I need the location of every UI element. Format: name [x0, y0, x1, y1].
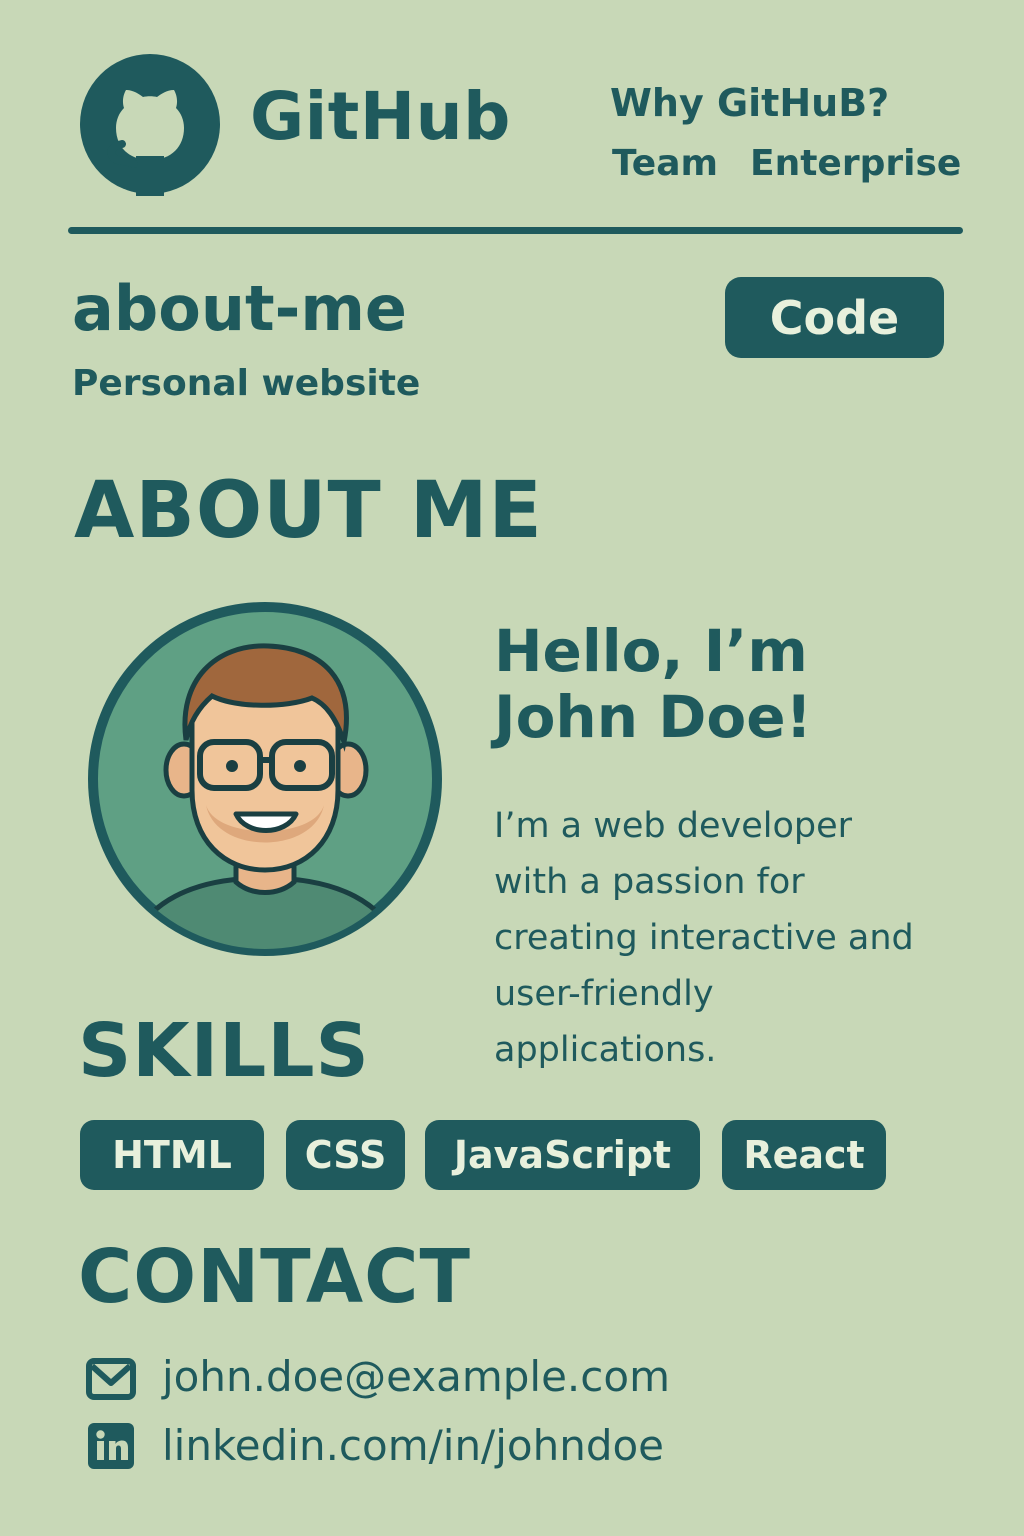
greeting-line-1: Hello, I’m: [494, 617, 808, 685]
nav-enterprise[interactable]: Enterprise: [750, 143, 961, 184]
about-section-title: ABOUT ME: [74, 466, 543, 556]
nav-why-github[interactable]: Why GitHuB?: [610, 84, 889, 122]
greeting-heading: Hello, I’m John Doe!: [494, 618, 924, 750]
skill-chip-javascript: JavaScript: [425, 1120, 700, 1190]
greeting-line-2: John Doe!: [494, 683, 812, 751]
header-divider: [68, 227, 963, 234]
skills-section-title: SKILLS: [78, 1008, 370, 1094]
code-button[interactable]: Code: [725, 277, 944, 358]
email-link[interactable]: john.doe@example.com: [162, 1356, 670, 1398]
brand-name[interactable]: GitHub: [250, 84, 511, 150]
mail-icon: [86, 1358, 136, 1400]
linkedin-link[interactable]: linkedin.com/in/johndoe: [162, 1425, 664, 1467]
nav-row: Team Enterprise: [612, 146, 961, 182]
contact-section-title: CONTACT: [78, 1234, 471, 1320]
repo-name[interactable]: about-me: [72, 278, 407, 340]
repo-description: Personal website: [72, 363, 421, 404]
avatar: [88, 602, 442, 956]
skill-chip-css: CSS: [286, 1120, 405, 1190]
skill-chip-react: React: [722, 1120, 886, 1190]
github-logo-icon[interactable]: [78, 52, 222, 196]
bio-text: I’m a web developer with a passion for c…: [494, 806, 914, 1070]
nav-team[interactable]: Team: [612, 143, 718, 184]
linkedin-icon: [88, 1423, 134, 1469]
skill-chip-html: HTML: [80, 1120, 264, 1190]
